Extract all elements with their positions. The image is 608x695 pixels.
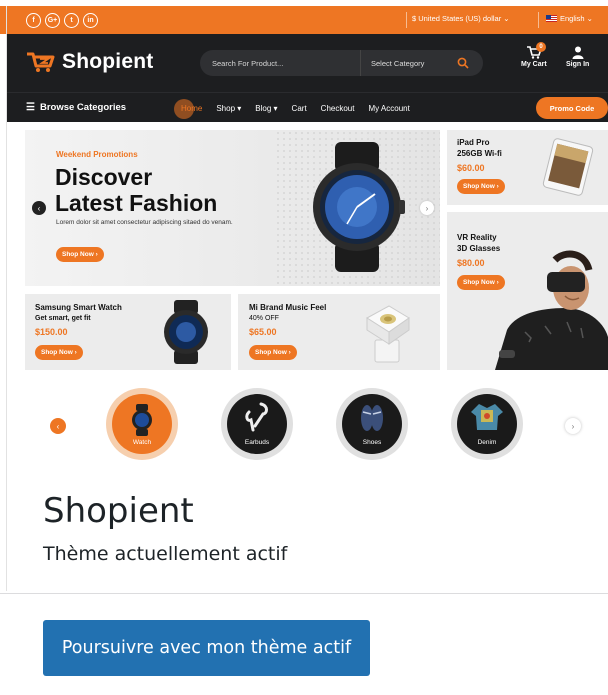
samsung-watch-shop-now-button[interactable]: Shop Now › <box>35 345 83 360</box>
hero-title: Discover Latest Fashion <box>55 164 295 216</box>
promo-card-mi-music: Mi Brand Music Feel 40% OFF $65.00 Shop … <box>238 294 440 370</box>
slider-next-button[interactable]: › <box>420 201 434 215</box>
social-links: f G+ t in <box>26 12 98 28</box>
search-icon[interactable] <box>457 57 469 69</box>
ipad-price: $60.00 <box>457 163 485 173</box>
mi-music-shop-now-button[interactable]: Shop Now › <box>249 345 297 360</box>
linkedin-icon[interactable]: in <box>83 12 98 28</box>
category-next-button[interactable]: › <box>565 418 581 434</box>
category-watch[interactable]: Watch <box>106 388 178 460</box>
user-icon <box>572 46 584 59</box>
category-prev-button[interactable]: ‹ <box>50 418 66 434</box>
hero-title-line1: Discover <box>55 164 153 190</box>
samsung-watch-image <box>164 300 208 364</box>
samsung-watch-price: $150.00 <box>35 327 68 337</box>
vr-price: $80.00 <box>457 258 485 268</box>
hero-banner: Weekend Promotions Discover Latest Fashi… <box>25 130 440 286</box>
ipad-title: iPad Pro 256GB Wi-fi <box>457 138 502 158</box>
menu-item-my-account[interactable]: My Account <box>361 104 416 113</box>
promo-code-button[interactable]: Promo Code <box>536 97 608 119</box>
facebook-icon[interactable]: f <box>26 12 41 28</box>
denim-icon <box>471 404 503 430</box>
menu-item-blog[interactable]: Blog ▾ <box>248 104 284 113</box>
speaker-image <box>366 305 410 363</box>
category-label: Denim <box>477 439 497 446</box>
cart-button[interactable]: 0 My Cart <box>521 42 547 68</box>
watch-icon <box>132 404 152 436</box>
menu-item-shop[interactable]: Shop ▾ <box>209 104 248 113</box>
twitter-icon[interactable]: t <box>64 12 79 28</box>
theme-status: Thème actuellement actif <box>43 543 288 565</box>
site-logo[interactable]: Shopient <box>26 50 153 74</box>
category-denim[interactable]: Denim <box>451 388 523 460</box>
sign-in-label: Sign In <box>566 61 590 68</box>
menu: Home Shop ▾ Blog ▾ Cart Checkout My Acco… <box>174 93 417 123</box>
hero-shop-now-button[interactable]: Shop Now › <box>56 247 104 262</box>
theme-name: Shopient <box>43 491 194 531</box>
menu-item-home[interactable]: Home <box>174 98 209 119</box>
language-selector[interactable]: English ⌄ <box>546 14 593 23</box>
divider <box>406 12 407 28</box>
sign-in-button[interactable]: Sign In <box>566 46 589 68</box>
mi-music-price: $65.00 <box>249 327 277 337</box>
cart-count-badge: 0 <box>536 42 546 52</box>
hero-subtitle: Lorem dolor sit amet consectetur adipisc… <box>56 219 233 226</box>
smartwatch-image <box>313 142 405 272</box>
vr-person-image <box>495 250 608 370</box>
section-divider <box>0 593 608 594</box>
category-shoes-inner: Shoes <box>342 394 402 454</box>
shoes-icon <box>361 405 383 431</box>
hero-label: Weekend Promotions <box>56 150 138 159</box>
menu-item-cart[interactable]: Cart <box>285 104 314 113</box>
hero-title-line2: Latest Fashion <box>55 190 218 216</box>
category-label: Earbuds <box>244 439 270 446</box>
category-shoes[interactable]: Shoes <box>336 388 408 460</box>
category-select[interactable]: Select Category <box>360 50 440 76</box>
ipad-shop-now-button[interactable]: Shop Now › <box>457 179 505 194</box>
promo-card-vr: VR Reality 3D Glasses $80.00 Shop Now › <box>447 212 608 370</box>
menu-item-checkout[interactable]: Checkout <box>314 104 362 113</box>
google-plus-icon[interactable]: G+ <box>45 12 60 28</box>
category-label: Shoes <box>362 439 382 446</box>
promo-card-ipad: iPad Pro 256GB Wi-fi $60.00 Shop Now › <box>447 130 608 205</box>
promo-card-samsung-watch: Samsung Smart Watch Get smart, get fit $… <box>25 294 231 370</box>
mi-music-title: Mi Brand Music Feel <box>249 303 327 312</box>
samsung-watch-title: Samsung Smart Watch <box>35 303 122 312</box>
samsung-watch-subtitle: Get smart, get fit <box>35 315 91 322</box>
logo-text: Shopient <box>62 50 154 73</box>
earbuds-icon <box>245 402 268 432</box>
category-earbuds[interactable]: Earbuds <box>221 388 293 460</box>
main-nav: ☰ Browse Categories Home Shop ▾ Blog ▾ C… <box>6 92 608 122</box>
cart-label: My Cart <box>521 61 547 68</box>
browse-label: Browse Categories <box>39 102 127 113</box>
list-icon: ☰ <box>26 102 35 113</box>
logo-cart-icon <box>27 52 55 72</box>
category-label: Watch <box>132 439 152 446</box>
category-denim-inner: Denim <box>457 394 517 454</box>
search-input[interactable] <box>212 58 362 68</box>
divider <box>538 12 539 28</box>
category-earbuds-inner: Earbuds <box>227 394 287 454</box>
language-label: English ⌄ <box>560 14 593 23</box>
browse-categories-button[interactable]: ☰ Browse Categories <box>26 102 126 113</box>
tablet-image <box>542 138 594 196</box>
category-watch-inner: Watch <box>112 394 172 454</box>
currency-selector[interactable]: $ United States (US) dollar ⌄ <box>412 14 510 23</box>
continue-with-active-theme-button[interactable]: Poursuivre avec mon thème actif <box>43 620 370 676</box>
slider-prev-button[interactable]: ‹ <box>32 201 46 215</box>
mi-music-subtitle: 40% OFF <box>249 315 279 322</box>
site-header: Shopient Select Category 0 My Cart Sign … <box>6 34 608 92</box>
top-bar: f G+ t in $ United States (US) dollar ⌄ … <box>0 6 608 34</box>
us-flag-icon <box>546 15 557 22</box>
search-bar: Select Category <box>200 50 483 76</box>
